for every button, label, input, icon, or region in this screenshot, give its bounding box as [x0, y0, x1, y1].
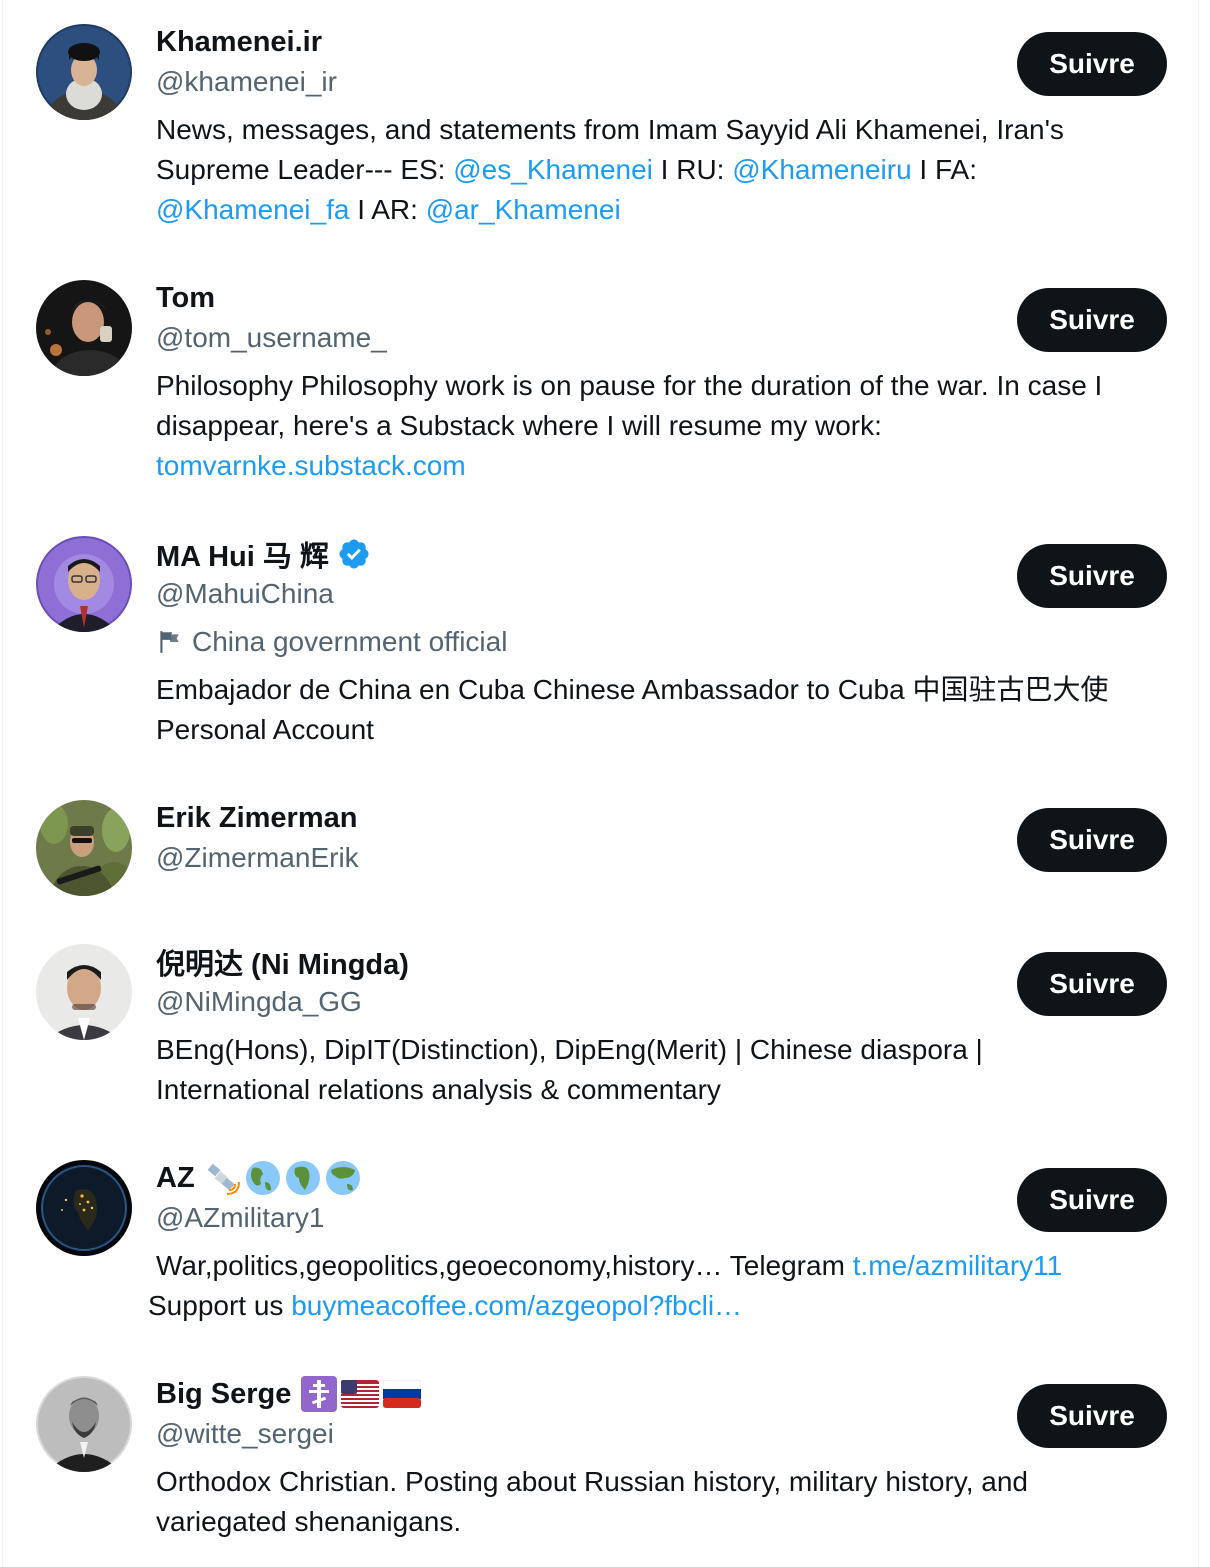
russia-flag-icon — [383, 1380, 422, 1408]
avatar[interactable] — [36, 280, 132, 376]
bio-text: Embajador de China en Cuba Chinese Ambas… — [156, 674, 1109, 745]
follow-button[interactable]: Suivre — [1017, 1384, 1167, 1448]
user-bio: BEng(Hons), DipIT(Distinction), DipEng(M… — [156, 1030, 1056, 1110]
bio-mention-link[interactable]: @Khamenei_fa — [156, 194, 349, 225]
user-bio: News, messages, and statements from Imam… — [156, 110, 1176, 230]
follow-button[interactable]: Suivre — [1017, 544, 1167, 608]
display-name[interactable]: 倪明达 (Ni Mingda) — [156, 941, 409, 983]
bio-mention-link[interactable]: @es_Khamenei — [453, 154, 653, 185]
display-name[interactable]: MA Hui 马 辉 — [156, 533, 329, 575]
who-to-follow-list: Khamenei.ir @khamenei_ir News, messages,… — [2, 0, 1199, 1567]
bio-text: I RU: — [652, 154, 733, 185]
satellite-icon — [207, 1163, 240, 1195]
avatar[interactable] — [36, 536, 132, 632]
flag-icon — [160, 631, 179, 653]
follow-button[interactable]: Suivre — [1017, 808, 1167, 872]
avatar[interactable] — [36, 944, 132, 1040]
follow-button[interactable]: Suivre — [1017, 32, 1167, 96]
globe-africa-icon — [285, 1161, 320, 1195]
label-text[interactable]: China government official — [192, 622, 507, 662]
user-bio: Embajador de China en Cuba Chinese Ambas… — [156, 670, 1171, 750]
avatar[interactable] — [36, 24, 132, 120]
bio-text: War,politics,geopolitics,geoeconomy,hist… — [156, 1250, 853, 1281]
display-name[interactable]: Erik Zimerman — [156, 802, 357, 835]
globe-asia-icon — [325, 1161, 360, 1195]
user-cell-mahui[interactable]: MA Hui 马 辉 @MahuiChina China government … — [3, 512, 1200, 776]
bio-text: Support us — [148, 1290, 292, 1321]
government-label[interactable]: China government official — [156, 622, 1170, 662]
globe-americas-icon — [245, 1161, 280, 1195]
avatar[interactable] — [36, 1160, 132, 1256]
bio-url-link[interactable]: tomvarnke.substack.com — [156, 450, 466, 481]
follow-button[interactable]: Suivre — [1017, 952, 1167, 1016]
follow-button[interactable]: Suivre — [1017, 1168, 1167, 1232]
user-bio: Philosophy Philosophy work is on pause f… — [156, 366, 1176, 486]
verified-badge-icon[interactable] — [337, 537, 371, 571]
display-name[interactable]: AZ — [156, 1162, 195, 1195]
bio-text: Orthodox Christian. Posting about Russia… — [156, 1466, 1029, 1537]
bio-text: BEng(Hons), DipIT(Distinction), DipEng(M… — [156, 1034, 983, 1105]
bio-text: Philosophy Philosophy work is on pause f… — [156, 370, 1103, 441]
bio-mention-link[interactable]: @ar_Khamenei — [426, 194, 621, 225]
user-bio: Orthodox Christian. Posting about Russia… — [156, 1462, 1116, 1542]
bio-url-link[interactable]: buymeacoffee.com/azgeopol?fbcli… — [291, 1290, 742, 1321]
user-cell-tom[interactable]: Tom @tom_username_ Philosophy Philosophy… — [3, 256, 1200, 512]
name-emojis — [301, 1376, 422, 1412]
bio-url-link[interactable]: t.me/azmilitary11 — [853, 1250, 1063, 1281]
user-cell-bigserge[interactable]: Big Serge @witte_sergei Orthodox Christi… — [3, 1352, 1200, 1567]
follow-button[interactable]: Suivre — [1017, 288, 1167, 352]
avatar[interactable] — [36, 800, 132, 896]
bio-mention-link[interactable]: @Khameneiru — [732, 154, 911, 185]
avatar[interactable] — [36, 1376, 132, 1472]
user-cell-nimingda[interactable]: 倪明达 (Ni Mingda) @NiMingda_GG BEng(Hons),… — [3, 920, 1200, 1136]
us-flag-icon — [341, 1380, 380, 1408]
bio-text: I FA: — [911, 154, 978, 185]
user-cell-zimerman[interactable]: Erik Zimerman @ZimermanErik Suivre — [3, 776, 1200, 920]
bio-text: I AR: — [349, 194, 426, 225]
user-cell-az[interactable]: AZ @AZmilitary1 War,politics,geopolitics… — [3, 1136, 1200, 1352]
display-name[interactable]: Big Serge — [156, 1378, 291, 1411]
orthodox-cross-icon — [301, 1376, 338, 1412]
name-emojis — [205, 1160, 361, 1196]
display-name[interactable]: Khamenei.ir — [156, 26, 322, 59]
user-cell-khamenei[interactable]: Khamenei.ir @khamenei_ir News, messages,… — [3, 0, 1200, 256]
user-bio: War,politics,geopolitics,geoeconomy,hist… — [148, 1246, 1156, 1326]
display-name[interactable]: Tom — [156, 282, 215, 315]
